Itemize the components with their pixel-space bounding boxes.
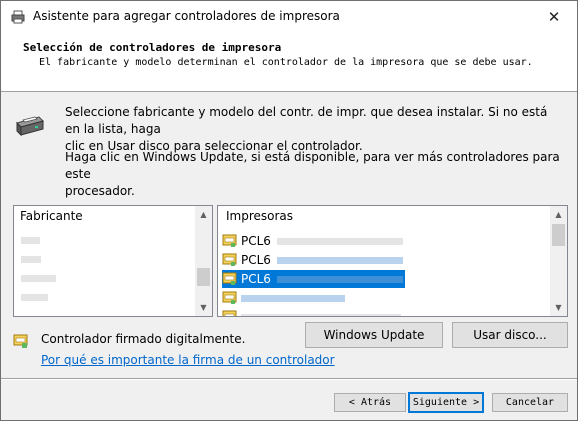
printer-model-redacted: [276, 256, 403, 264]
chevron-down-icon[interactable]: ▼: [550, 299, 567, 316]
printer-model-redacted: [241, 313, 401, 316]
have-disk-button[interactable]: Usar disco...: [452, 322, 568, 348]
footer-divider: [1, 378, 577, 380]
add-printer-driver-window: Asistente para agregar controladores de …: [0, 0, 578, 421]
printer-name: PCL6: [241, 272, 271, 286]
cancel-button[interactable]: Cancelar: [492, 393, 568, 412]
manufacturer-scrollbar[interactable]: ▲ ▼: [195, 206, 212, 316]
signed-driver-label: Controlador firmado digitalmente.: [41, 332, 246, 346]
printer-row[interactable]: PCL6: [222, 232, 405, 250]
back-button[interactable]: < Atrás: [334, 393, 406, 412]
printer-scrollbar[interactable]: ▲ ▼: [550, 206, 567, 316]
manufacturer-list[interactable]: Fabricante ▲ ▼: [13, 205, 213, 317]
printer-list-header: Impresoras: [226, 209, 294, 223]
printer-row-selected[interactable]: PCL6: [222, 270, 405, 288]
title-bar: Asistente para agregar controladores de …: [1, 1, 577, 33]
next-button[interactable]: Siguiente >: [408, 392, 484, 413]
printer-list[interactable]: Impresoras PCL6 PCL6 PCL6 ▲ ▼: [217, 205, 568, 317]
scroll-thumb[interactable]: [197, 268, 210, 286]
driver-certificate-icon: [222, 234, 237, 247]
windows-update-text: Haga clic en Windows Update, si está dis…: [65, 149, 565, 200]
page-subtitle: El fabricante y modelo determinan el con…: [39, 57, 533, 68]
wizard-header: Selección de controladores de impresora …: [1, 33, 577, 92]
printer-icon: [16, 116, 44, 137]
list-item[interactable]: [21, 256, 41, 263]
driver-certificate-icon: [222, 272, 237, 285]
printer-model-redacted: [241, 294, 345, 302]
printer-name: PCL6: [241, 253, 271, 267]
printer-row[interactable]: [222, 289, 405, 307]
page-title: Selección de controladores de impresora: [23, 41, 282, 54]
driver-certificate-icon: [222, 310, 237, 316]
printer-model-redacted: [276, 237, 403, 245]
list-item[interactable]: [21, 275, 56, 282]
manufacturer-list-header: Fabricante: [20, 209, 83, 223]
close-button[interactable]: ✕: [531, 1, 577, 33]
instruction-line: Haga clic en Windows Update, si está dis…: [65, 150, 560, 181]
chevron-down-icon[interactable]: ▼: [195, 299, 212, 316]
list-item[interactable]: [21, 294, 48, 301]
instruction-line: Seleccione fabricante y modelo del contr…: [65, 105, 548, 136]
driver-certificate-icon: [222, 291, 237, 304]
printer-row[interactable]: [222, 308, 405, 316]
printer-row[interactable]: PCL6: [222, 251, 405, 269]
printer-model-redacted: [276, 275, 403, 283]
chevron-up-icon[interactable]: ▲: [550, 206, 567, 223]
instruction-line: procesador.: [65, 184, 135, 198]
close-icon: ✕: [547, 8, 561, 26]
printer-icon: [11, 10, 25, 24]
windows-update-button[interactable]: Windows Update: [305, 322, 443, 348]
printer-name: PCL6: [241, 234, 271, 248]
window-title: Asistente para agregar controladores de …: [33, 9, 340, 23]
scroll-thumb[interactable]: [552, 224, 565, 246]
list-item[interactable]: [21, 237, 40, 244]
driver-signing-link[interactable]: Por qué es importante la firma de un con…: [41, 353, 335, 367]
driver-certificate-icon: [13, 334, 28, 348]
instruction-text: Seleccione fabricante y modelo del contr…: [65, 104, 565, 155]
driver-certificate-icon: [222, 253, 237, 266]
chevron-up-icon[interactable]: ▲: [195, 206, 212, 223]
